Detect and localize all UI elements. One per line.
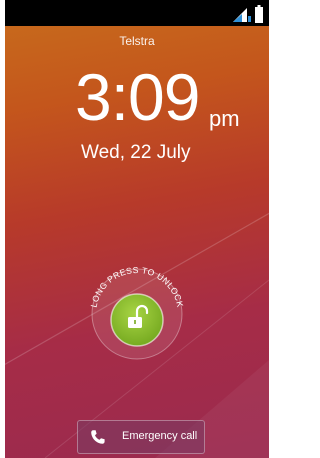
unlock-control[interactable]: LONG PRESS TO UNLOCK [87,262,187,362]
clock-ampm: pm [209,106,240,131]
clock-time: 3:09 [75,60,200,134]
carrier-name: Telstra [119,34,155,48]
phone-icon [91,430,105,444]
emergency-call-button[interactable]: Emergency call [77,420,205,454]
emergency-call-label: Emergency call [122,430,198,442]
clock-date: Wed, 22 July [81,142,191,163]
status-bar [5,0,269,26]
battery-icon [255,5,263,23]
signal-strength-icon [233,8,251,22]
lock-screen: Telstra 3:09 pm Wed, 22 July LONG PRESS … [5,0,269,458]
